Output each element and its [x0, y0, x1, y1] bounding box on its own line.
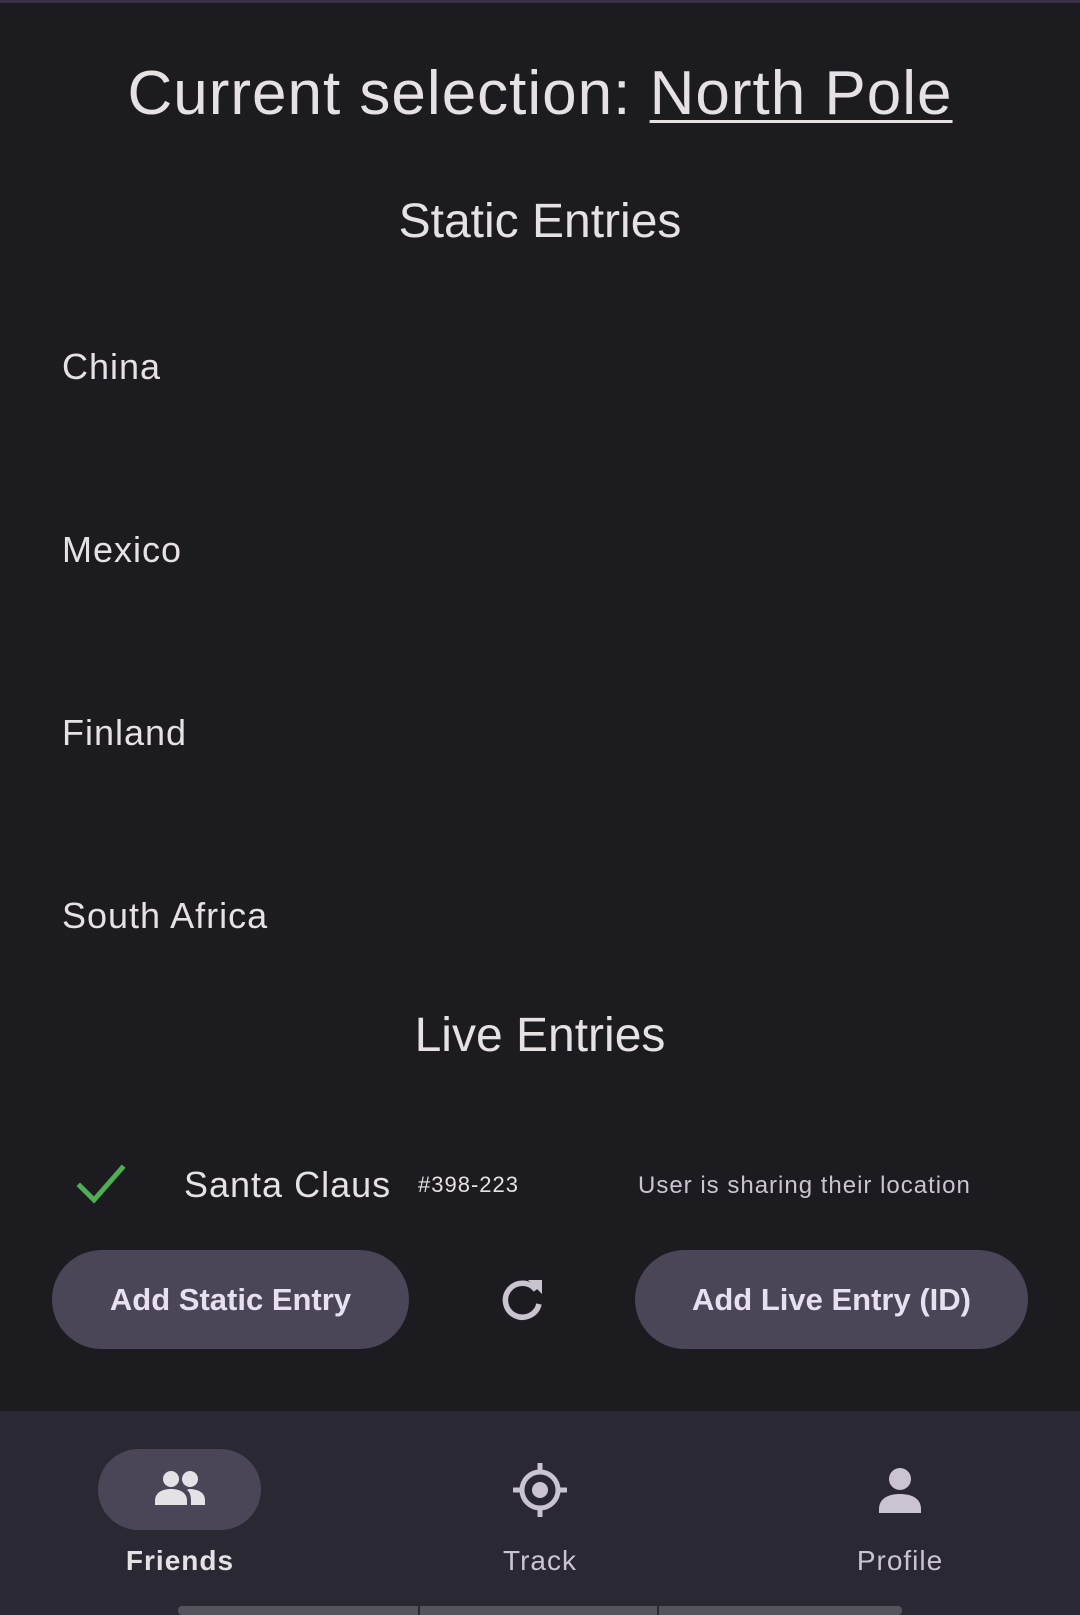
- selection-value-link[interactable]: North Pole: [650, 59, 953, 128]
- static-entry-label: Mexico: [62, 529, 183, 570]
- static-entry-item[interactable]: Mexico: [0, 473, 1080, 656]
- add-static-entry-button[interactable]: Add Static Entry: [52, 1250, 409, 1349]
- add-live-entry-button[interactable]: Add Live Entry (ID): [635, 1250, 1028, 1349]
- refresh-icon[interactable]: [496, 1274, 548, 1326]
- friends-icon: [155, 1471, 205, 1505]
- static-entry-item[interactable]: Finland: [0, 656, 1080, 839]
- live-entry-row[interactable]: Santa Claus #398-223 User is sharing the…: [0, 1150, 1080, 1220]
- static-entry-item[interactable]: China: [0, 290, 1080, 473]
- static-entry-label: South Africa: [62, 895, 269, 936]
- bottom-navigation: Friends Track Profile: [0, 1411, 1080, 1615]
- current-selection-heading: Current selection: North Pole: [0, 58, 1080, 129]
- nav-tab-track[interactable]: Track: [360, 1411, 720, 1615]
- static-entry-label: China: [62, 346, 162, 387]
- static-entry-item[interactable]: South Africa: [0, 839, 1080, 1022]
- static-entry-label: Finland: [62, 712, 188, 753]
- nav-tab-friends[interactable]: Friends: [0, 1411, 360, 1615]
- gesture-divider: [657, 1606, 659, 1615]
- static-entries-list: China Mexico Finland South Africa: [0, 290, 1080, 1022]
- target-icon: [513, 1463, 567, 1517]
- live-entry-name: Santa Claus: [184, 1164, 392, 1205]
- nav-tab-profile[interactable]: Profile: [720, 1411, 1080, 1615]
- live-entry-status: User is sharing their location: [638, 1172, 971, 1199]
- gesture-handle: [178, 1606, 902, 1615]
- nav-label-profile: Profile: [856, 1545, 944, 1576]
- person-icon: [879, 1468, 921, 1513]
- gesture-divider: [418, 1606, 420, 1615]
- live-entries-title: Live Entries: [414, 1009, 666, 1062]
- live-entry-id: #398-223: [418, 1172, 519, 1197]
- nav-label-friends: Friends: [125, 1545, 235, 1576]
- nav-label-track: Track: [503, 1545, 577, 1576]
- check-icon: [76, 1164, 126, 1204]
- selection-prefix: Current selection:: [127, 59, 650, 128]
- static-entries-title: Static Entries: [398, 195, 682, 248]
- app-screen: Current selection: North Pole Static Ent…: [0, 0, 1080, 1615]
- top-accent-line: [0, 0, 1080, 3]
